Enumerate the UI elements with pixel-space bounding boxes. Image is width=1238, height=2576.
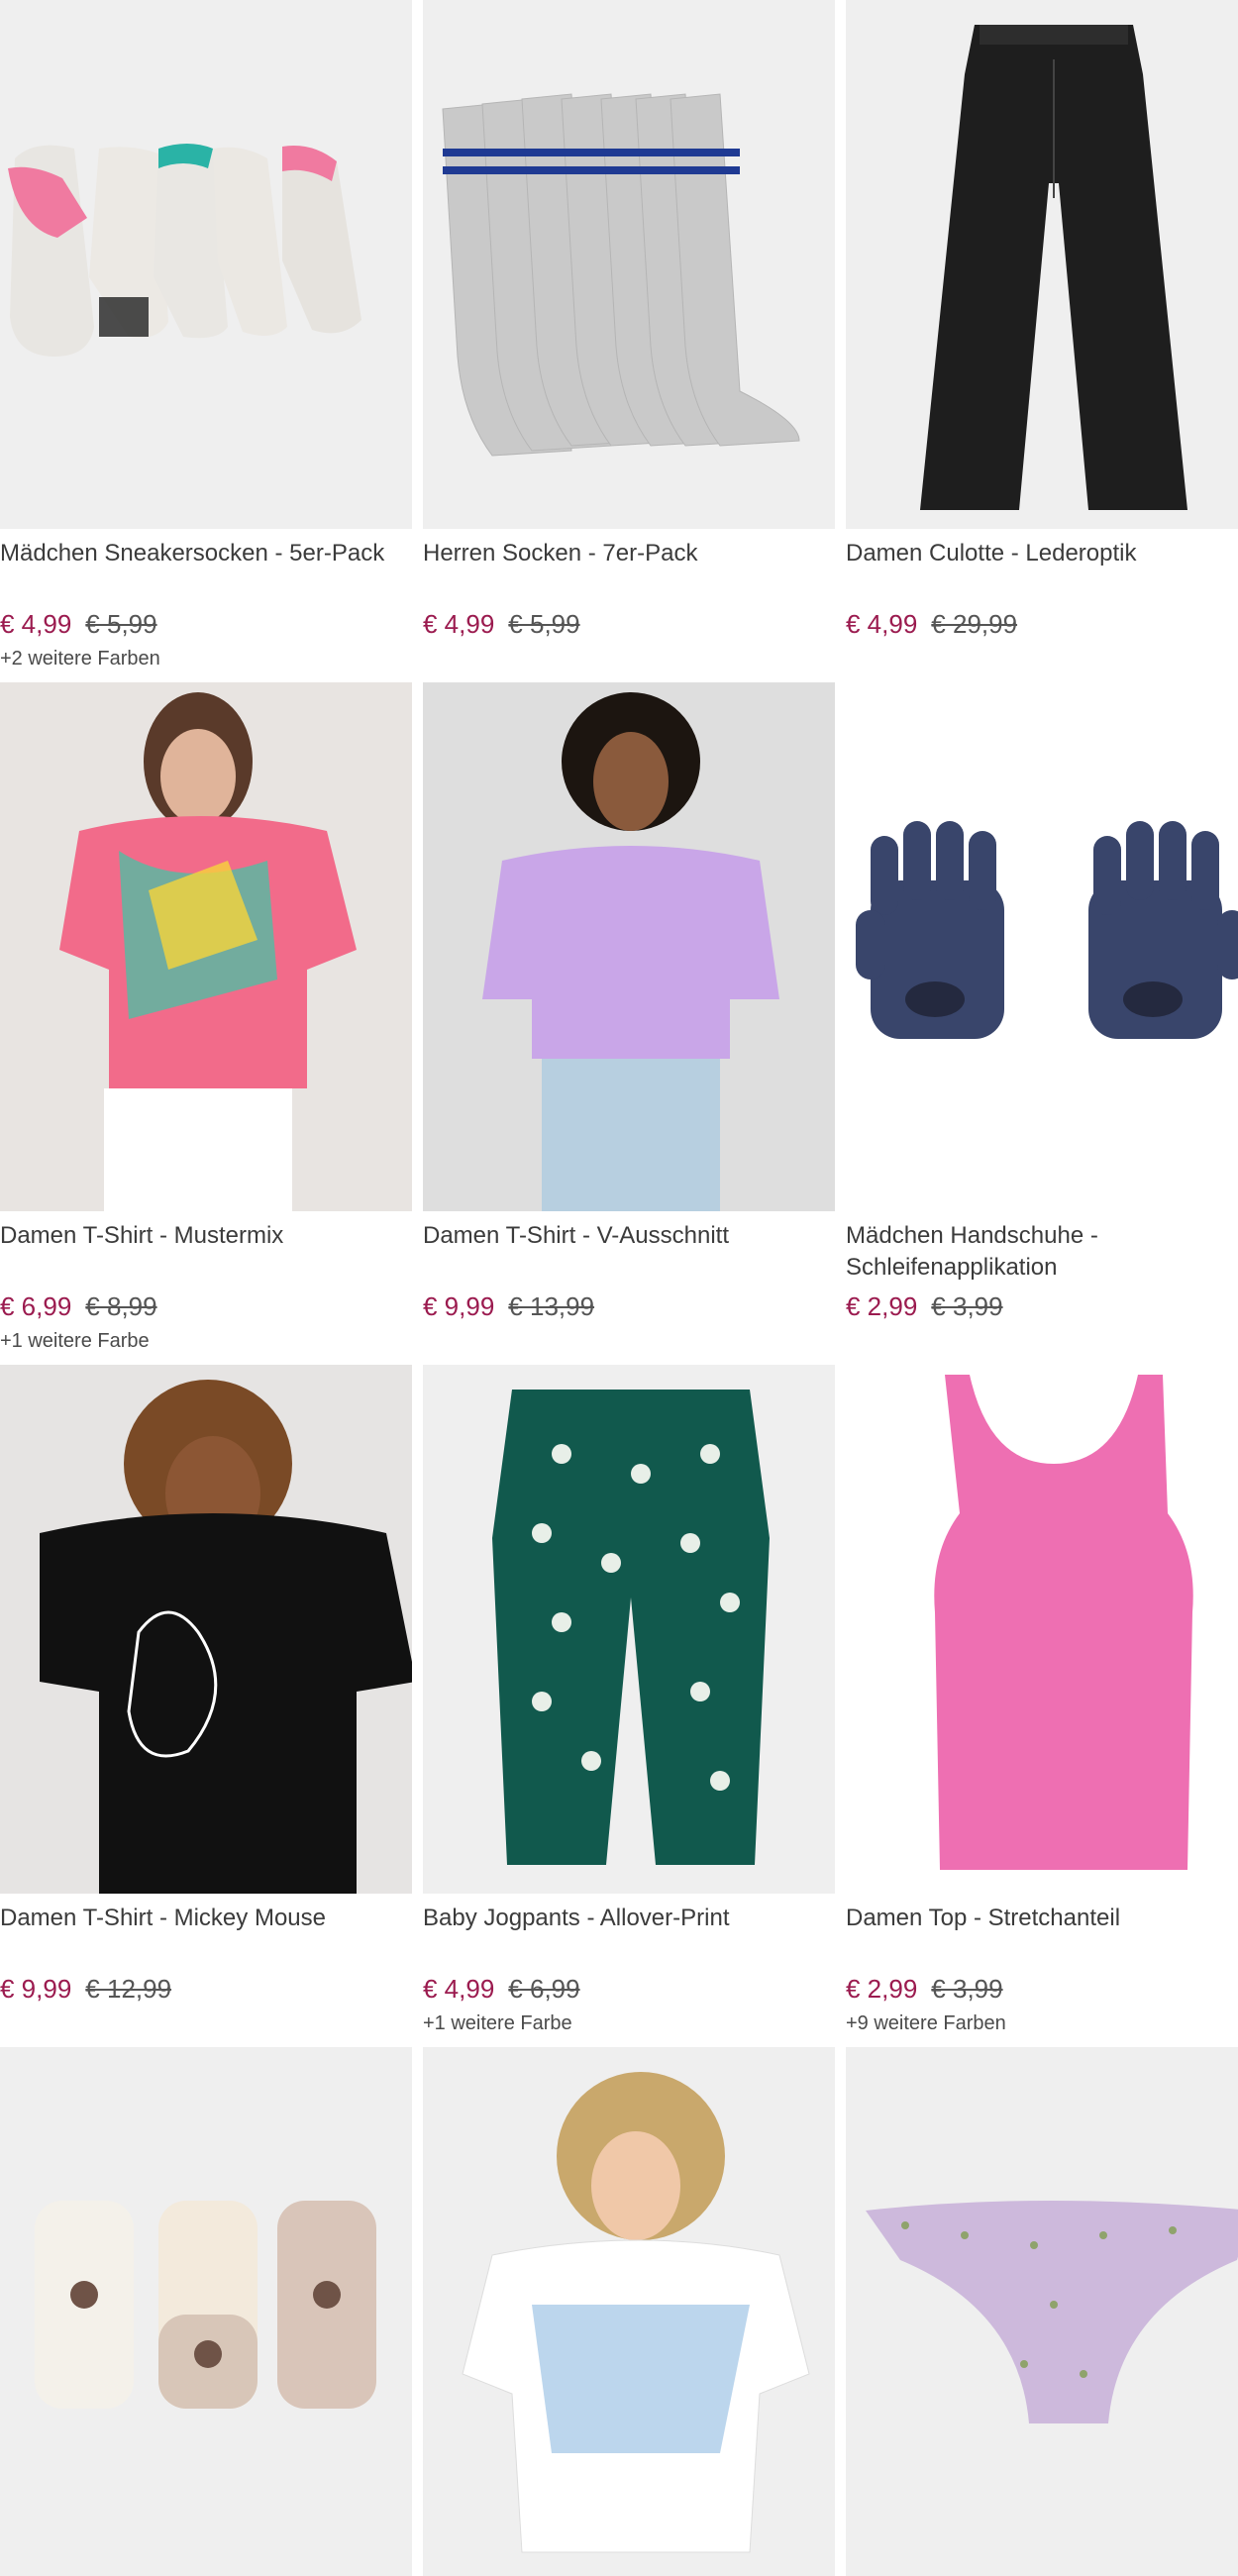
product-image[interactable]: [846, 2047, 1238, 2576]
old-price: € 13,99: [508, 1291, 595, 1321]
product-image[interactable]: [0, 2047, 412, 2576]
crew-socks-image: [442, 93, 800, 457]
price-row: € 4,99 € 6,99: [423, 1972, 580, 2006]
old-price: € 8,99: [85, 1291, 157, 1321]
leather-pants-image: [920, 25, 1187, 510]
old-price: € 3,99: [931, 1291, 1003, 1321]
more-colors-link[interactable]: +2 weitere Farben: [0, 648, 160, 670]
sale-price: € 9,99: [423, 1291, 495, 1321]
old-price: € 3,99: [931, 1974, 1003, 2004]
product-image[interactable]: [423, 682, 835, 1211]
product-title[interactable]: Herren Socken - 7er-Pack: [423, 538, 829, 569]
baby-socks-image: [35, 2201, 376, 2409]
sale-price: € 2,99: [846, 1291, 918, 1321]
product-title[interactable]: Damen T-Shirt - Mickey Mouse: [0, 1903, 406, 1934]
price-row: € 9,99 € 12,99: [0, 1972, 171, 2006]
mickey-tshirt-image: [40, 1380, 412, 1894]
product-image[interactable]: [0, 1365, 412, 1894]
product-image[interactable]: [846, 682, 1238, 1211]
tshirt-pattern-image: [59, 692, 357, 1211]
product-title[interactable]: Damen T-Shirt - Mustermix: [0, 1220, 406, 1252]
product-image[interactable]: [0, 682, 412, 1211]
more-colors-link[interactable]: +1 weitere Farbe: [0, 1330, 150, 1353]
old-price: € 6,99: [508, 1974, 580, 2004]
sale-price: € 4,99: [846, 609, 918, 639]
tank-top-image: [934, 1375, 1193, 1870]
old-price: € 29,99: [931, 609, 1018, 639]
price-row: € 4,99 € 5,99: [0, 607, 157, 641]
price-row: € 9,99 € 13,99: [423, 1289, 594, 1323]
price-row: € 2,99 € 3,99: [846, 1972, 1003, 2006]
more-colors-link[interactable]: +9 weitere Farben: [846, 2012, 1006, 2035]
product-title[interactable]: Damen T-Shirt - V-Ausschnitt: [423, 1220, 829, 1252]
tshirt-vneck-image: [482, 692, 779, 1211]
price-row: € 4,99 € 5,99: [423, 607, 580, 641]
price-row: € 2,99 € 3,99: [846, 1289, 1003, 1323]
product-title[interactable]: Mädchen Handschuhe - Schleifenapplikatio…: [846, 1220, 1238, 1284]
product-title[interactable]: Damen Top - Stretchanteil: [846, 1903, 1238, 1934]
sale-price: € 4,99: [423, 1974, 495, 2004]
product-image[interactable]: [423, 2047, 835, 2576]
jogpants-image: [492, 1390, 770, 1865]
sneaker-socks-image: [8, 144, 361, 357]
product-title[interactable]: Damen Culotte - Lederoptik: [846, 538, 1238, 569]
sale-price: € 2,99: [846, 1974, 918, 2004]
white-tshirt-image: [462, 2072, 810, 2553]
bikini-bottom-image: [866, 2201, 1238, 2423]
product-image[interactable]: [0, 0, 412, 529]
product-title[interactable]: Baby Jogpants - Allover-Print: [423, 1903, 829, 1934]
more-colors-link[interactable]: +1 weitere Farbe: [423, 2012, 572, 2035]
sale-price: € 4,99: [0, 609, 72, 639]
product-title[interactable]: Mädchen Sneakersocken - 5er-Pack: [0, 538, 406, 569]
old-price: € 5,99: [85, 609, 157, 639]
product-image[interactable]: [423, 0, 835, 529]
old-price: € 12,99: [85, 1974, 172, 2004]
sale-price: € 6,99: [0, 1291, 72, 1321]
product-image[interactable]: [846, 1365, 1238, 1894]
sale-price: € 4,99: [423, 609, 495, 639]
price-row: € 4,99 € 29,99: [846, 607, 1017, 641]
gloves-image: [856, 821, 1238, 1039]
sale-price: € 9,99: [0, 1974, 72, 2004]
product-image[interactable]: [423, 1365, 835, 1894]
price-row: € 6,99 € 8,99: [0, 1289, 157, 1323]
product-image[interactable]: [846, 0, 1238, 529]
old-price: € 5,99: [508, 609, 580, 639]
